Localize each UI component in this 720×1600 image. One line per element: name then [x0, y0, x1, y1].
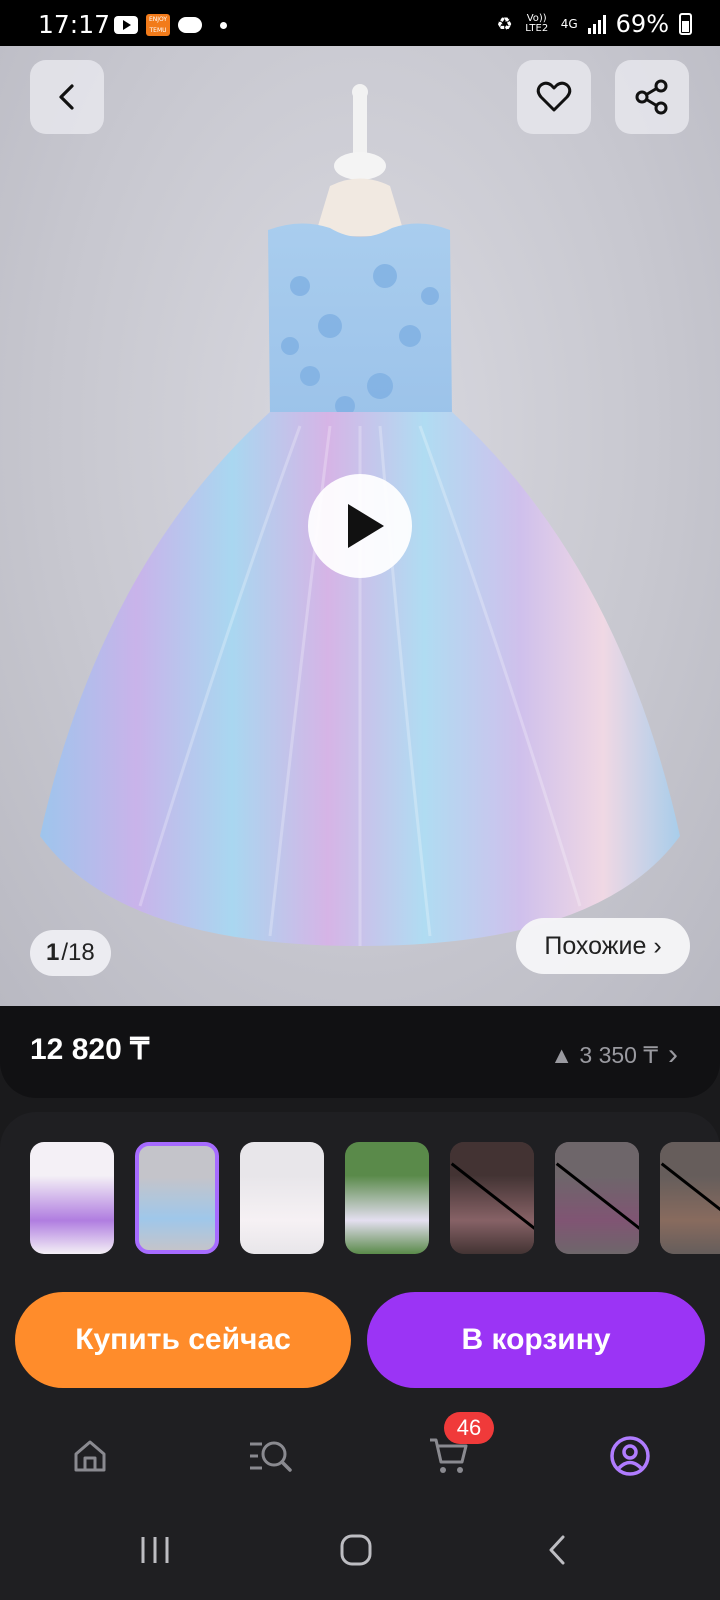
status-time: 17:17	[38, 10, 111, 39]
variant-thumbnail-pink-ruffle-dress[interactable]	[450, 1142, 534, 1254]
chevron-left-icon	[59, 84, 74, 110]
profile-icon	[610, 1436, 650, 1476]
price-panel: 12 820 ₸ ▲ 3 350 ₸ ›	[0, 1006, 720, 1098]
cart-count-badge: 46	[444, 1412, 494, 1444]
image-counter-total: /18	[61, 939, 95, 966]
product-image-gallery[interactable]: 1 /18 Похожие ›	[0, 46, 720, 1006]
heart-icon	[536, 81, 572, 112]
buy-now-button[interactable]: Купить сейчас	[15, 1292, 351, 1388]
recents-button[interactable]	[125, 1520, 185, 1580]
tab-catalog[interactable]	[240, 1426, 300, 1486]
system-back-button[interactable]	[528, 1520, 588, 1580]
variant-thumbnail-girl-pink-dress[interactable]	[555, 1142, 639, 1254]
battery-percent: 69%	[615, 10, 669, 38]
volte-indicator: Vo)) LTE2	[525, 13, 549, 34]
tab-home[interactable]	[60, 1426, 120, 1486]
variant-thumbnail-peach-dress[interactable]	[660, 1142, 720, 1254]
out-of-stock-overlay	[660, 1142, 720, 1254]
status-bar: 17:17 ENJOY TEMU ♻ Vo)) LTE2 4G 69%	[0, 0, 720, 46]
variant-thumbnail-unicorn-girl-garden[interactable]	[345, 1142, 429, 1254]
network-type: 4G	[560, 17, 578, 31]
out-of-stock-overlay	[450, 1142, 534, 1254]
share-icon	[635, 79, 668, 115]
product-price: 12 820 ₸	[30, 1033, 150, 1066]
back-arrow-icon	[549, 1535, 565, 1565]
image-counter-current: 1	[46, 939, 60, 966]
out-of-stock-overlay	[555, 1142, 639, 1254]
add-to-cart-button[interactable]: В корзину	[367, 1292, 705, 1388]
youtube-icon	[114, 16, 138, 34]
back-button[interactable]	[30, 60, 104, 134]
image-counter: 1 /18	[30, 930, 111, 976]
variant-thumbnail-rainbow-dress[interactable]	[135, 1142, 219, 1254]
tab-profile[interactable]	[600, 1426, 660, 1486]
home-circle-icon	[340, 1534, 372, 1566]
variant-thumbnails[interactable]	[30, 1142, 720, 1254]
temu-icon: ENJOY TEMU	[146, 14, 170, 36]
play-video-button[interactable]	[308, 474, 412, 578]
variant-and-actions-sheet: Купить сейчас В корзину 46	[0, 1112, 720, 1600]
home-system-button[interactable]	[326, 1520, 386, 1580]
catalog-search-icon	[250, 1441, 292, 1472]
recycle-icon: ♻	[496, 13, 513, 35]
system-status-icons: ♻ Vo)) LTE2 4G 69%	[497, 10, 692, 38]
recents-icon	[141, 1537, 169, 1563]
secondary-price: ▲ 3 350 ₸	[550, 1041, 658, 1068]
signal-icon	[587, 14, 606, 34]
notification-icons: ENJOY TEMU	[114, 14, 227, 36]
chevron-right-icon: ›	[668, 1038, 678, 1071]
variant-thumbnail-purple-dress[interactable]	[30, 1142, 114, 1254]
similar-products-button[interactable]: Похожие ›	[516, 918, 690, 974]
favorite-button[interactable]	[517, 60, 591, 134]
share-button[interactable]	[615, 60, 689, 134]
battery-icon	[679, 13, 692, 35]
system-navigation-bar	[0, 1500, 720, 1600]
more-notifications-dot	[220, 21, 227, 29]
cloud-icon	[178, 17, 202, 33]
home-icon	[74, 1440, 106, 1472]
variant-thumbnail-unicorn-white-dress[interactable]	[240, 1142, 324, 1254]
secondary-price-link[interactable]: ▲ 3 350 ₸ ›	[550, 1038, 678, 1072]
